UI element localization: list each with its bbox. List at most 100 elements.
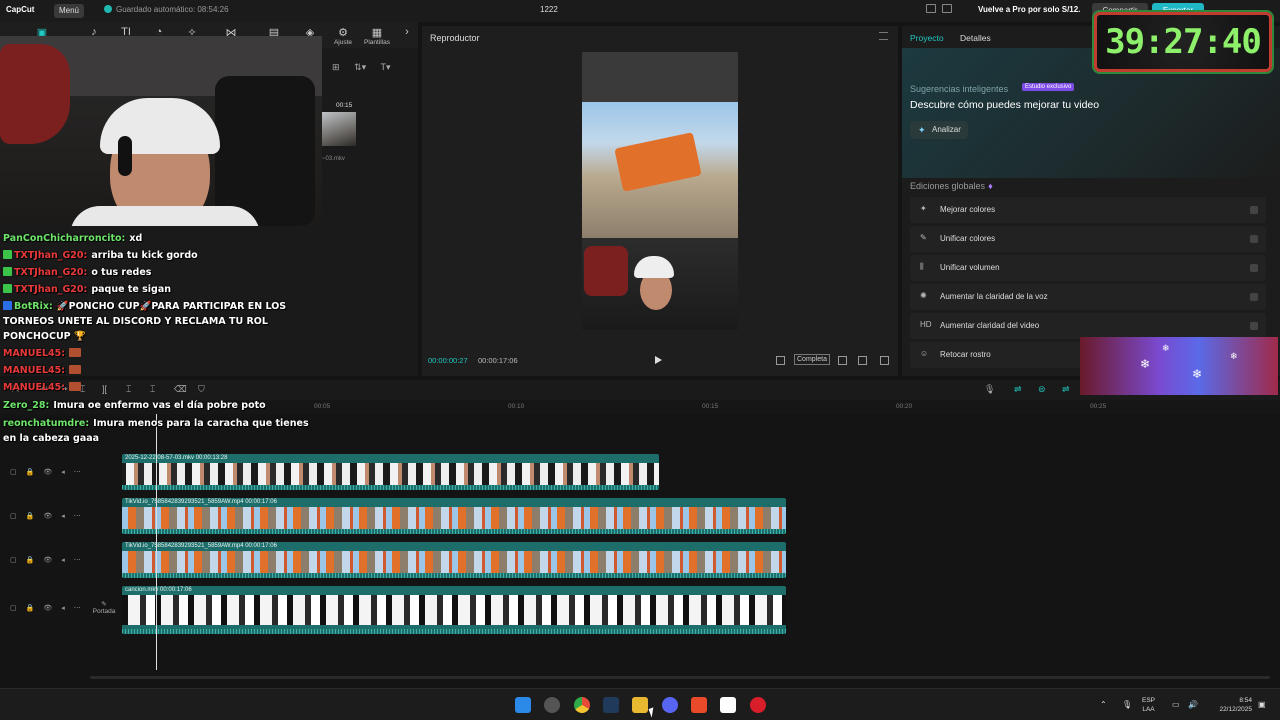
autosave-status: Guardado automático: 08:54:26 xyxy=(104,5,229,14)
global-item-claridad-video[interactable]: HD Aumentar claridad del video xyxy=(910,313,1266,339)
toggle[interactable] xyxy=(1250,264,1258,272)
layout-icon[interactable] xyxy=(926,4,936,13)
chat-text: TORNEOS UNETE AL DISCORD Y RECLAMA TU RO… xyxy=(3,316,268,327)
windows-taskbar: ⌃ 🎙 ESP LAA ▭ 🔊 8:54 22/12/2025 ▣ xyxy=(0,688,1280,720)
track-controls-icon[interactable]: ▢🔒👁◂⋯ xyxy=(10,556,90,564)
chat-text: PONCHOCUP 🏆 xyxy=(3,331,86,342)
bot-badge-icon xyxy=(3,301,12,310)
track-header: ▢🔒👁◂⋯ xyxy=(0,590,90,630)
track-header: ▢🔒👁◂⋯ xyxy=(0,454,90,494)
recorder-icon[interactable] xyxy=(750,697,766,713)
file-explorer-icon[interactable] xyxy=(632,697,648,713)
split-left-icon[interactable]: ][ xyxy=(102,384,107,394)
timeline-clip-truck-2[interactable]: TikVid.io_7585842839293521_5859AW.mp4 00… xyxy=(122,542,786,578)
discord-icon[interactable] xyxy=(662,697,678,713)
timeline-clip-song[interactable]: cancion.mkv 00:00:17:06 xyxy=(122,586,786,634)
chat-message-cont: en la cabeza gaaa xyxy=(3,430,99,447)
playhead[interactable] xyxy=(156,414,157,670)
brave-icon[interactable] xyxy=(691,697,707,713)
cover-button[interactable]: ✎ Portada xyxy=(92,600,116,615)
plantillas-tab[interactable]: ▦ Plantillas xyxy=(362,26,392,46)
aspect-icon[interactable] xyxy=(858,356,867,365)
windows-start-icon[interactable] xyxy=(515,697,531,713)
toggle[interactable] xyxy=(1250,206,1258,214)
capcut-icon[interactable] xyxy=(720,697,736,713)
menu-button[interactable]: Menú xyxy=(54,4,84,18)
toggle[interactable] xyxy=(1250,235,1258,243)
track-controls-icon[interactable]: ▢🔒👁◂⋯ xyxy=(10,512,90,520)
clip-frames xyxy=(122,551,786,573)
global-item-unificar-volumen[interactable]: ⫼ Unificar volumen xyxy=(910,255,1266,281)
chat-text: arriba tu kick gordo xyxy=(91,250,198,261)
split-right-icon[interactable]: ⌶ xyxy=(126,384,131,395)
edit-icon: ✎ xyxy=(101,601,107,608)
snowflake-icon: ❄ xyxy=(1162,343,1170,353)
snowflake-icon: ❄ xyxy=(1230,351,1238,361)
pro-offer-link[interactable]: Vuelve a Pro por solo S/12. xyxy=(978,5,1080,14)
clock[interactable]: 8:54 22/12/2025 xyxy=(1208,696,1252,714)
crop-icon[interactable] xyxy=(776,356,785,365)
trim-icon[interactable]: ⌶ xyxy=(150,384,155,395)
toggle[interactable] xyxy=(1250,293,1258,301)
sub-badge-icon xyxy=(3,284,12,293)
toggle[interactable] xyxy=(1250,322,1258,330)
ratio-button[interactable]: Completa xyxy=(794,354,830,365)
tab-details[interactable]: Detalles xyxy=(960,33,991,43)
clip-label: TikVid.io_7585842839293521_5859AW.mp4 00… xyxy=(125,543,277,549)
media-sort-row: ⊞ ⇅▾ T▾ xyxy=(332,62,402,73)
fullscreen-icon[interactable] xyxy=(880,356,889,365)
timeline-area[interactable]: ▢🔒👁◂⋯ ▢🔒👁◂⋯ ▢🔒👁◂⋯ ▢🔒👁◂⋯ 2025-12-22 08-57… xyxy=(0,414,1280,684)
shortcuts-icon[interactable] xyxy=(942,4,952,13)
timeline-clip-truck-1[interactable]: TikVid.io_7585842839293521_5859AW.mp4 00… xyxy=(122,498,786,534)
plantillas-label: Plantillas xyxy=(363,39,390,46)
ajuste-tab[interactable]: ⚙ Ajuste xyxy=(330,26,356,46)
global-edits-title: Ediciones globales ♦ xyxy=(910,181,993,191)
chrome-icon[interactable] xyxy=(574,697,590,713)
chat-user: TXTJhan_G20: xyxy=(14,250,88,261)
network-icon[interactable]: ▭ xyxy=(1172,700,1180,709)
clip-name: ~03.mkv xyxy=(322,156,345,162)
track-controls-icon[interactable]: ▢🔒👁◂⋯ xyxy=(10,604,90,612)
play-icon[interactable] xyxy=(655,356,662,364)
magnet-icon[interactable]: ⊜ xyxy=(1038,384,1046,395)
player-menu-icon[interactable] xyxy=(879,32,888,40)
timeline-scrollbar[interactable] xyxy=(90,676,1270,679)
project-title[interactable]: 1222 xyxy=(540,5,558,14)
global-item-claridad-voz[interactable]: ✺ Aumentar la claridad de la voz xyxy=(910,284,1266,310)
chat-text: xd xyxy=(129,233,143,244)
grid-view-icon[interactable]: ⊞ xyxy=(332,62,340,72)
chat-user: Zero_28: xyxy=(3,400,50,411)
clip-frames xyxy=(122,463,659,485)
analyze-button[interactable]: Analizar xyxy=(910,121,968,139)
track-controls-icon[interactable]: ▢🔒👁◂⋯ xyxy=(10,468,90,476)
global-item-unificar-colores[interactable]: ✎ Unificar colores xyxy=(910,226,1266,252)
speaker-icon[interactable]: 🔊 xyxy=(1188,700,1198,709)
link-icon[interactable]: ⇌ xyxy=(1014,384,1022,395)
layout-icons[interactable] xyxy=(926,4,958,15)
capcut-app-icon[interactable] xyxy=(603,697,619,713)
brush-icon: ✎ xyxy=(920,233,927,242)
tick-label: 00:10 xyxy=(508,403,525,410)
preview-axis-icon[interactable]: ⇌ xyxy=(1062,384,1070,395)
filter-icon[interactable]: T▾ xyxy=(380,62,390,72)
preview-canvas[interactable] xyxy=(582,52,738,330)
timeline-clip-webcam[interactable]: 2025-12-22 08-57-03.mkv 00:00:13:28 xyxy=(122,454,659,490)
microphone-icon[interactable]: 🎙 xyxy=(984,384,995,395)
media-clip[interactable]: 00:15 ~03.mkv xyxy=(322,98,356,162)
chevron-right-icon[interactable]: › xyxy=(400,26,414,38)
sort-icon[interactable]: ⇅▾ xyxy=(354,62,366,72)
delete-icon[interactable]: ⌫ xyxy=(174,384,187,395)
clock-time: 8:54 xyxy=(1239,697,1252,704)
language-indicator[interactable]: ESP LAA xyxy=(1142,696,1155,714)
settings-app-icon[interactable] xyxy=(544,697,560,713)
clip-frames xyxy=(122,507,786,529)
tab-project[interactable]: Proyecto xyxy=(910,33,944,43)
voice-icon: ✺ xyxy=(920,291,927,300)
tray-chevron-icon[interactable]: ⌃ xyxy=(1100,700,1107,709)
zoom-icon[interactable] xyxy=(838,356,847,365)
tray-mic-icon[interactable]: 🎙 xyxy=(1122,700,1132,709)
global-item-mejorar-colores[interactable]: ✦ Mejorar colores xyxy=(910,197,1266,223)
wand-icon: ✦ xyxy=(920,204,927,213)
notifications-icon[interactable]: ▣ xyxy=(1258,700,1266,709)
shield-icon[interactable]: ⛉ xyxy=(198,384,205,395)
